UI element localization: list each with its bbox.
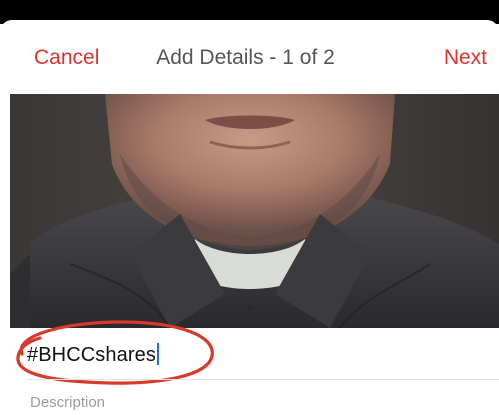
tag-input[interactable]: #BHCCshares [27, 343, 159, 367]
field-divider [27, 379, 499, 380]
next-button[interactable]: Next [444, 46, 487, 70]
app-frame: Cancel Add Details - 1 of 2 Next #BHCCsh… [0, 0, 499, 415]
text-cursor [156, 343, 159, 365]
tag-input-value: #BHCCshares [27, 344, 156, 366]
description-field[interactable]: Description [30, 394, 105, 411]
video-thumbnail[interactable] [10, 94, 499, 328]
navigation-bar: Cancel Add Details - 1 of 2 Next [0, 20, 499, 94]
add-details-sheet: Cancel Add Details - 1 of 2 Next #BHCCsh… [0, 20, 499, 415]
tag-field[interactable]: #BHCCshares [0, 328, 499, 384]
video-thumbnail-image [10, 94, 499, 328]
page-title: Add Details - 1 of 2 [156, 46, 335, 69]
